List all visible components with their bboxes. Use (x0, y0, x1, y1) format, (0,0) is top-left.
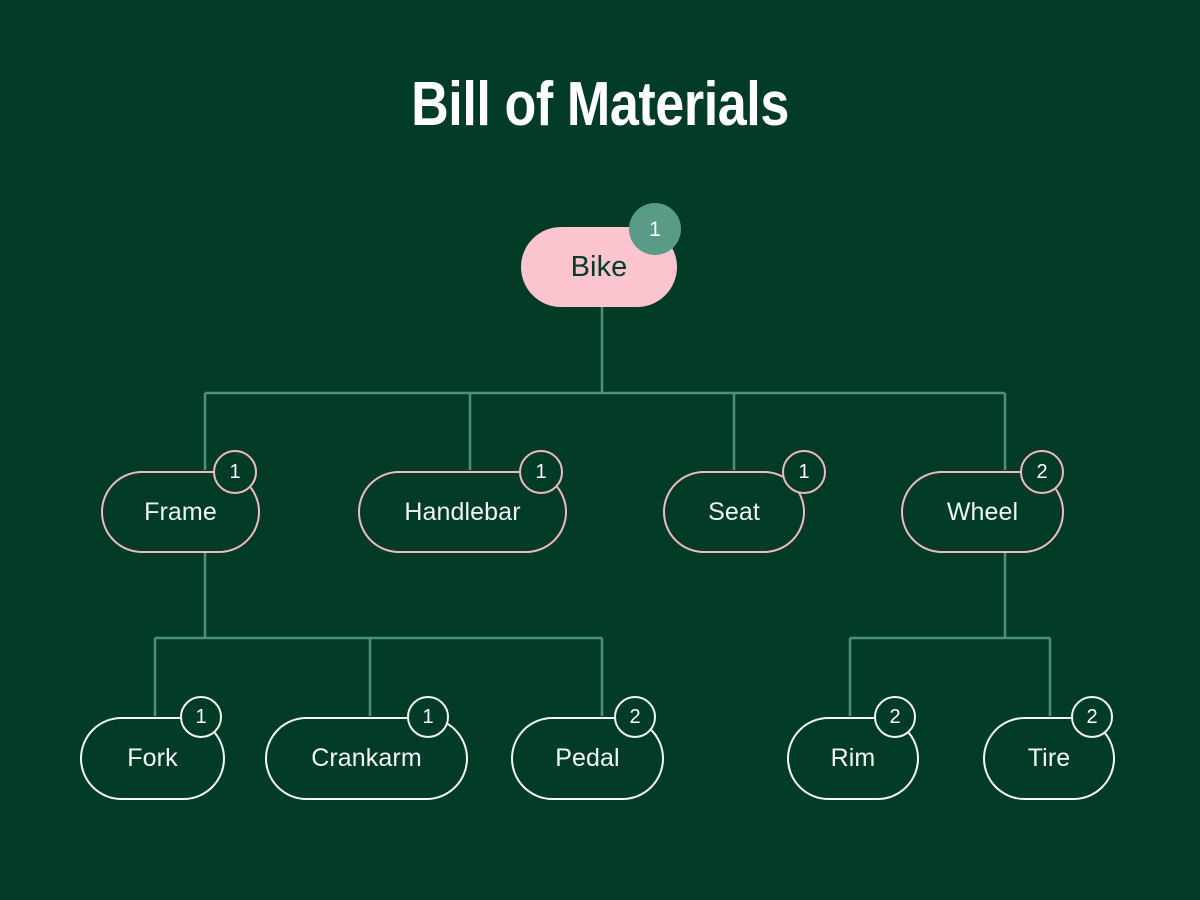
badge-pedal-quantity: 2 (614, 696, 656, 738)
badge-frame-quantity: 1 (213, 450, 257, 494)
badge-wheel-value: 2 (1036, 461, 1048, 483)
badge-seat-value: 1 (798, 461, 810, 483)
badge-handlebar-quantity: 1 (519, 450, 563, 494)
node-pedal-label: Pedal (555, 744, 620, 772)
badge-crankarm-quantity: 1 (407, 696, 449, 738)
badge-frame-value: 1 (229, 461, 241, 483)
node-crankarm-label: Crankarm (311, 744, 422, 772)
diagram-canvas: Bill of Materials Bike 1 Frame 1 Handleb… (0, 0, 1200, 900)
badge-bike-value: 1 (649, 217, 661, 241)
node-handlebar-label: Handlebar (404, 497, 521, 526)
badge-tire-quantity: 2 (1071, 696, 1113, 738)
badge-fork-value: 1 (195, 706, 207, 728)
badge-crankarm-value: 1 (422, 706, 434, 728)
node-tire-label: Tire (1027, 744, 1071, 772)
badge-rim-value: 2 (889, 706, 901, 728)
badge-tire-value: 2 (1086, 706, 1098, 728)
badge-handlebar-value: 1 (535, 461, 547, 483)
badge-seat-quantity: 1 (782, 450, 826, 494)
node-seat[interactable]: Seat (663, 471, 805, 553)
node-rim-label: Rim (830, 744, 876, 772)
badge-wheel-quantity: 2 (1020, 450, 1064, 494)
badge-fork-quantity: 1 (180, 696, 222, 738)
node-bike-label: Bike (570, 250, 628, 283)
node-wheel-label: Wheel (946, 497, 1019, 526)
page-title: Bill of Materials (411, 70, 789, 139)
badge-bike-quantity: 1 (629, 203, 681, 255)
node-frame-label: Frame (144, 497, 217, 526)
node-seat-label: Seat (708, 497, 760, 526)
badge-rim-quantity: 2 (874, 696, 916, 738)
node-fork-label: Fork (127, 744, 178, 772)
badge-pedal-value: 2 (629, 706, 641, 728)
